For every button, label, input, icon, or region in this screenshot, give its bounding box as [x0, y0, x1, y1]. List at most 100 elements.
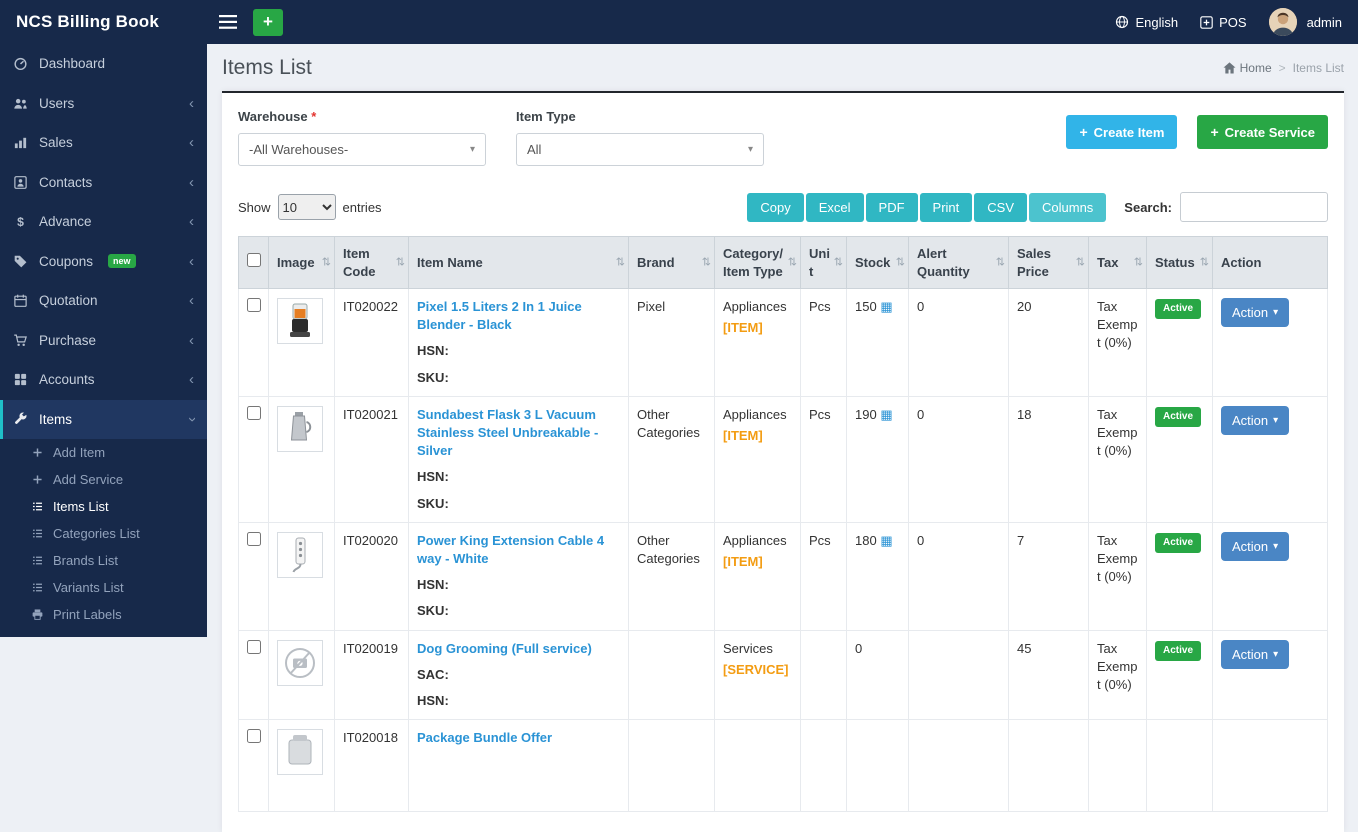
columns-button[interactable]: Columns [1029, 192, 1107, 222]
user-avatar[interactable] [1268, 8, 1297, 36]
dollar-icon: $ [17, 215, 24, 229]
sort-icon[interactable]: ⇅ [788, 255, 797, 270]
stock-value: 150 [855, 299, 877, 315]
sidebar-item-purchase[interactable]: Purchase ‹ [0, 321, 207, 361]
submenu-categories-list[interactable]: Categories List [0, 520, 207, 547]
row-checkbox[interactable] [247, 405, 261, 420]
col-brand[interactable]: Brand ⇅ [628, 235, 715, 290]
item-name-link[interactable]: Power King Extension Cable 4 way - White [417, 532, 620, 568]
menu-toggle-button[interactable] [219, 15, 237, 29]
sort-icon[interactable]: ⇅ [896, 255, 905, 270]
sort-icon[interactable]: ⇅ [322, 255, 331, 270]
sidebar-item-label: Coupons [39, 253, 94, 269]
sort-icon[interactable]: ⇅ [396, 255, 405, 270]
items-table: Image ⇅ Item Code ⇅ Item Name ⇅ Brand ⇅ Cate… [238, 235, 1328, 813]
copy-button[interactable]: Copy [747, 192, 804, 222]
language-label: English [1135, 14, 1179, 30]
checkbox-cell [238, 395, 269, 523]
col-alert-quantity[interactable]: Alert Quantity ⇅ [908, 235, 1009, 290]
submenu-add-service[interactable]: Add Service [0, 466, 207, 493]
sort-icon[interactable]: ⇅ [834, 255, 843, 270]
search-control: Search: [1124, 192, 1328, 222]
tax [1088, 719, 1147, 813]
csv-button[interactable]: CSV [974, 192, 1027, 222]
sidebar-item-quotation[interactable]: Quotation ‹ [0, 281, 207, 321]
warehouse-select[interactable]: -All Warehouses- ▾ [238, 133, 486, 166]
required-asterisk: * [311, 109, 317, 124]
quick-add-button[interactable]: + [253, 8, 283, 36]
col-image[interactable]: Image ⇅ [268, 235, 335, 290]
submenu-items-list[interactable]: Items List [0, 493, 207, 520]
stock-detail-icon[interactable]: ▦ [880, 407, 892, 422]
language-selector[interactable]: English [1115, 15, 1178, 30]
breadcrumb-home-link[interactable]: Home [1223, 61, 1272, 75]
action-button[interactable]: Action ▾ [1221, 405, 1290, 435]
item-name-link[interactable]: Pixel 1.5 Liters 2 In 1 Juice Blender - … [417, 298, 620, 334]
col-status[interactable]: Status ⇅ [1146, 235, 1213, 290]
search-input[interactable] [1180, 192, 1328, 222]
sidebar-item-contacts[interactable]: Contacts ‹ [0, 163, 207, 203]
stock-value: 180 [855, 532, 877, 548]
submenu-variants-list[interactable]: Variants List [0, 574, 207, 601]
bundle-image [288, 735, 312, 765]
status-cell: Active [1146, 288, 1213, 397]
create-service-button[interactable]: + Create Service [1197, 115, 1328, 149]
action-button[interactable]: Action ▾ [1221, 531, 1290, 561]
row-checkbox[interactable] [247, 639, 261, 654]
sidebar-item-sales[interactable]: Sales ‹ [0, 123, 207, 163]
submenu-add-item[interactable]: Add Item [0, 439, 207, 466]
col-sales-price[interactable]: Sales Price ⇅ [1008, 235, 1089, 290]
action-button[interactable]: Action ▾ [1221, 639, 1290, 669]
pdf-button[interactable]: PDF [865, 192, 918, 222]
category-cell: Appliances [ITEM] [714, 395, 801, 523]
col-stock[interactable]: Stock ⇅ [846, 235, 909, 290]
excel-button[interactable]: Excel [805, 192, 864, 222]
select-all-checkbox[interactable] [247, 253, 261, 268]
item-name-link[interactable]: Sundabest Flask 3 L Vacuum Stainless Ste… [417, 406, 620, 461]
chevron-left-icon: ‹ [189, 134, 194, 152]
sidebar-item-accounts[interactable]: Accounts ‹ [0, 360, 207, 400]
sort-icon[interactable]: ⇅ [1134, 255, 1143, 270]
export-buttons: Copy Excel PDF Print CSV Columns [747, 192, 1107, 222]
submenu-print-labels[interactable]: Print Labels [0, 601, 207, 628]
sort-icon[interactable]: ⇅ [616, 255, 625, 270]
sidebar-item-users[interactable]: Users ‹ [0, 84, 207, 124]
unit [800, 719, 847, 813]
sidebar-item-coupons[interactable]: Coupons new ‹ [0, 242, 207, 282]
col-unit[interactable]: Unit ⇅ [800, 235, 847, 290]
breadcrumb: Home > Items List [1223, 61, 1344, 75]
sidebar-item-dashboard[interactable]: Dashboard [0, 44, 207, 84]
pos-button[interactable]: POS [1200, 14, 1247, 30]
item-name-cell: Dog Grooming (Full service) SAC: HSN: [408, 629, 629, 721]
sort-icon[interactable]: ⇅ [702, 255, 711, 270]
stock-detail-icon[interactable]: ▦ [880, 299, 892, 314]
action-button[interactable]: Action ▾ [1221, 298, 1290, 328]
stock-cell: 150 ▦ [846, 288, 909, 397]
print-button[interactable]: Print [919, 192, 973, 222]
chevron-left-icon: ‹ [189, 252, 194, 270]
col-tax[interactable]: Tax ⇅ [1088, 235, 1147, 290]
username-menu[interactable]: admin [1307, 15, 1342, 30]
sidebar-item-items[interactable]: Items ‹ [0, 399, 207, 439]
checkbox-cell [238, 288, 269, 397]
row-checkbox[interactable] [247, 531, 261, 546]
item-type-select[interactable]: All ▾ [516, 133, 764, 166]
stock-detail-icon[interactable]: ▦ [880, 533, 892, 548]
item-name-link[interactable]: Package Bundle Offer [417, 729, 620, 747]
submenu-brands-list[interactable]: Brands List [0, 547, 207, 574]
col-item-code[interactable]: Item Code ⇅ [334, 235, 409, 290]
sidebar-item-advance[interactable]: $ Advance ‹ [0, 202, 207, 242]
item-code: IT020022 [334, 288, 409, 397]
item-name-link[interactable]: Dog Grooming (Full service) [417, 640, 620, 658]
sort-icon[interactable]: ⇅ [1076, 255, 1085, 270]
row-checkbox[interactable] [247, 729, 261, 744]
pos-label: POS [1219, 14, 1247, 30]
create-item-button[interactable]: + Create Item [1066, 115, 1178, 149]
col-item-name[interactable]: Item Name ⇅ [408, 235, 629, 290]
items-submenu: Add Item Add Service Items List Categori… [0, 439, 207, 628]
col-category[interactable]: Category/Item Type ⇅ [714, 235, 801, 290]
page-size-select[interactable]: 10 [277, 194, 336, 220]
sort-icon[interactable]: ⇅ [1200, 255, 1209, 270]
sort-icon[interactable]: ⇅ [996, 255, 1005, 270]
row-checkbox[interactable] [247, 298, 261, 313]
